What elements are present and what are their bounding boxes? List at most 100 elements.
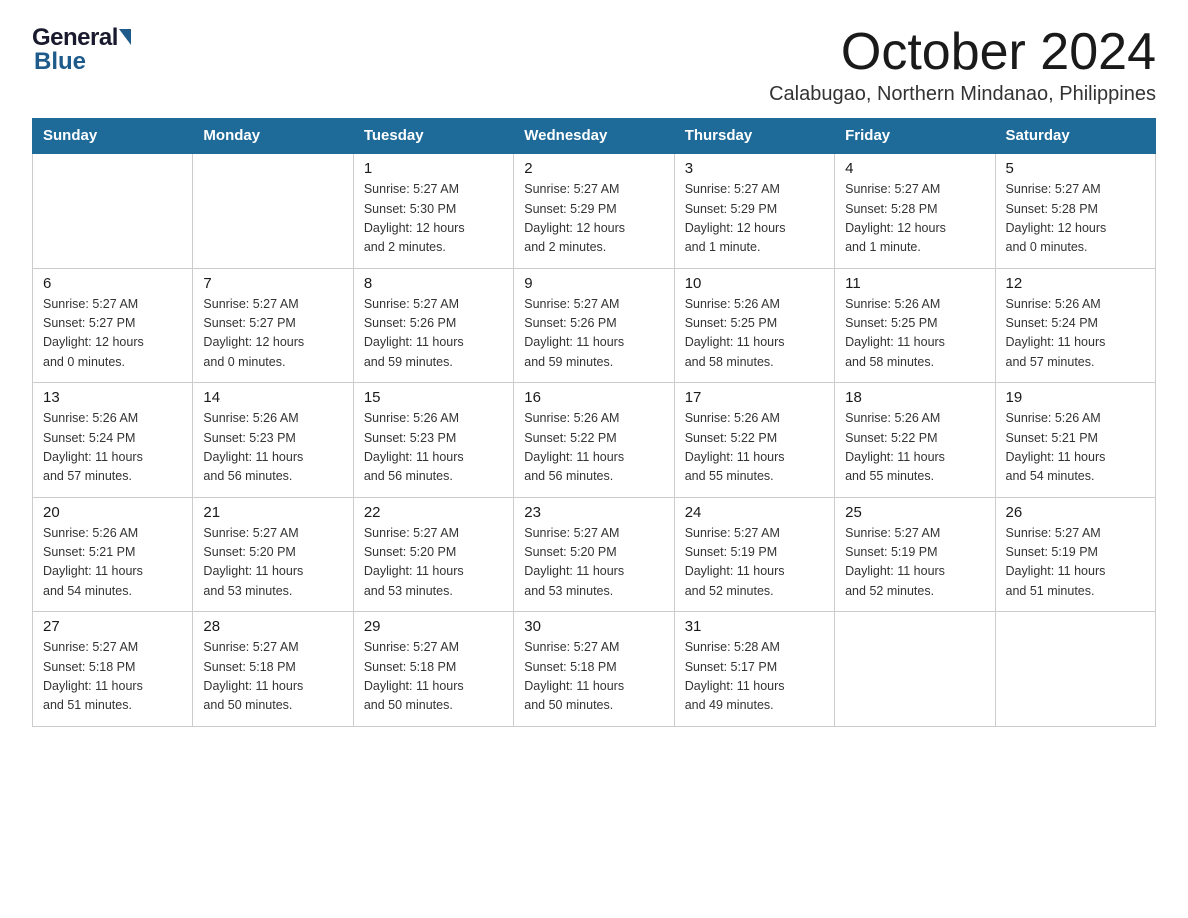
calendar-cell: 25Sunrise: 5:27 AMSunset: 5:19 PMDayligh… [835,497,995,612]
calendar-weekday-friday: Friday [835,119,995,154]
day-info: Sunrise: 5:27 AMSunset: 5:20 PMDaylight:… [203,524,342,602]
calendar-cell: 23 Sunrise: 5:27 AMSunset: 5:20 PMDayligh… [514,497,674,612]
day-number: 18 [845,389,984,406]
calendar-cell: 28Sunrise: 5:27 AMSunset: 5:18 PMDayligh… [193,612,353,727]
day-number: 17 [685,389,824,406]
day-number: 16 [524,389,663,406]
day-info: Sunrise: 5:27 AMSunset: 5:18 PMDaylight:… [364,638,503,716]
calendar-cell: 29 Sunrise: 5:27 AMSunset: 5:18 PMDayligh… [353,612,513,727]
day-number: 10 [685,275,824,292]
calendar-cell: 26 Sunrise: 5:27 AMSunset: 5:19 PMDayligh… [995,497,1155,612]
calendar-cell: 24 Sunrise: 5:27 AMSunset: 5:19 PMDayligh… [674,497,834,612]
calendar-cell: 7 Sunrise: 5:27 AMSunset: 5:27 PMDaylight… [193,268,353,383]
calendar-cell: 31 Sunrise: 5:28 AMSunset: 5:17 PMDayligh… [674,612,834,727]
calendar-cell: 5Sunrise: 5:27 AMSunset: 5:28 PMDaylight… [995,153,1155,268]
day-info: Sunrise: 5:27 AMSunset: 5:19 PMDaylight:… [1006,524,1145,602]
day-info: Sunrise: 5:26 AMSunset: 5:24 PMDaylight:… [1006,295,1145,373]
day-info: Sunrise: 5:27 AMSunset: 5:27 PMDaylight:… [43,295,182,373]
day-number: 4 [845,160,984,177]
calendar-cell: 10 Sunrise: 5:26 AMSunset: 5:25 PMDayligh… [674,268,834,383]
day-info: Sunrise: 5:26 AMSunset: 5:25 PMDaylight:… [685,295,824,373]
calendar-cell: 19Sunrise: 5:26 AMSunset: 5:21 PMDayligh… [995,383,1155,498]
calendar-cell: 16 Sunrise: 5:26 AMSunset: 5:22 PMDayligh… [514,383,674,498]
calendar-header: SundayMondayTuesdayWednesdayThursdayFrid… [33,119,1156,154]
logo-blue-text: Blue [34,48,86,76]
day-number: 21 [203,504,342,521]
page-header: General Blue October 2024 Calabugao, Nor… [32,24,1156,106]
calendar-week-2: 6 Sunrise: 5:27 AMSunset: 5:27 PMDaylight… [33,268,1156,383]
calendar-weekday-saturday: Saturday [995,119,1155,154]
day-number: 19 [1006,389,1145,406]
day-info: Sunrise: 5:26 AMSunset: 5:22 PMDaylight:… [685,409,824,487]
day-number: 13 [43,389,182,406]
day-info: Sunrise: 5:27 AMSunset: 5:26 PMDaylight:… [364,295,503,373]
calendar-week-5: 27Sunrise: 5:27 AMSunset: 5:18 PMDayligh… [33,612,1156,727]
day-number: 24 [685,504,824,521]
calendar-cell: 6 Sunrise: 5:27 AMSunset: 5:27 PMDaylight… [33,268,193,383]
calendar-body: 1Sunrise: 5:27 AMSunset: 5:30 PMDaylight… [33,153,1156,726]
day-info: Sunrise: 5:26 AMSunset: 5:23 PMDaylight:… [203,409,342,487]
calendar-cell: 4 Sunrise: 5:27 AMSunset: 5:28 PMDaylight… [835,153,995,268]
day-number: 14 [203,389,342,406]
calendar-cell: 3 Sunrise: 5:27 AMSunset: 5:29 PMDaylight… [674,153,834,268]
calendar-cell: 2Sunrise: 5:27 AMSunset: 5:29 PMDaylight… [514,153,674,268]
calendar-cell: 1Sunrise: 5:27 AMSunset: 5:30 PMDaylight… [353,153,513,268]
calendar-cell: 18 Sunrise: 5:26 AMSunset: 5:22 PMDayligh… [835,383,995,498]
day-info: Sunrise: 5:27 AMSunset: 5:28 PMDaylight:… [1006,180,1145,258]
calendar-cell: 11Sunrise: 5:26 AMSunset: 5:25 PMDayligh… [835,268,995,383]
month-title: October 2024 [769,24,1156,81]
day-number: 9 [524,275,663,292]
day-info: Sunrise: 5:28 AMSunset: 5:17 PMDaylight:… [685,638,824,716]
day-number: 31 [685,618,824,635]
day-info: Sunrise: 5:27 AMSunset: 5:19 PMDaylight:… [685,524,824,602]
day-number: 8 [364,275,503,292]
day-number: 6 [43,275,182,292]
calendar-weekday-tuesday: Tuesday [353,119,513,154]
day-info: Sunrise: 5:27 AMSunset: 5:29 PMDaylight:… [685,180,824,258]
calendar-cell [193,153,353,268]
calendar-cell: 22Sunrise: 5:27 AMSunset: 5:20 PMDayligh… [353,497,513,612]
day-info: Sunrise: 5:27 AMSunset: 5:18 PMDaylight:… [524,638,663,716]
title-block: October 2024 Calabugao, Northern Mindana… [769,24,1156,106]
day-info: Sunrise: 5:27 AMSunset: 5:20 PMDaylight:… [524,524,663,602]
day-info: Sunrise: 5:27 AMSunset: 5:18 PMDaylight:… [43,638,182,716]
calendar-cell: 15 Sunrise: 5:26 AMSunset: 5:23 PMDayligh… [353,383,513,498]
day-number: 7 [203,275,342,292]
day-info: Sunrise: 5:26 AMSunset: 5:22 PMDaylight:… [524,409,663,487]
day-info: Sunrise: 5:26 AMSunset: 5:24 PMDaylight:… [43,409,182,487]
calendar-cell: 12 Sunrise: 5:26 AMSunset: 5:24 PMDayligh… [995,268,1155,383]
day-info: Sunrise: 5:27 AMSunset: 5:29 PMDaylight:… [524,180,663,258]
day-number: 15 [364,389,503,406]
day-info: Sunrise: 5:26 AMSunset: 5:23 PMDaylight:… [364,409,503,487]
calendar-weekday-monday: Monday [193,119,353,154]
day-number: 30 [524,618,663,635]
day-number: 26 [1006,504,1145,521]
calendar-cell: 9Sunrise: 5:27 AMSunset: 5:26 PMDaylight… [514,268,674,383]
calendar-cell [835,612,995,727]
calendar-header-row: SundayMondayTuesdayWednesdayThursdayFrid… [33,119,1156,154]
day-number: 25 [845,504,984,521]
logo-triangle-icon [119,29,131,45]
calendar-cell: 13 Sunrise: 5:26 AMSunset: 5:24 PMDayligh… [33,383,193,498]
day-number: 20 [43,504,182,521]
calendar-cell: 21 Sunrise: 5:27 AMSunset: 5:20 PMDayligh… [193,497,353,612]
day-info: Sunrise: 5:26 AMSunset: 5:21 PMDaylight:… [43,524,182,602]
calendar-cell: 27Sunrise: 5:27 AMSunset: 5:18 PMDayligh… [33,612,193,727]
calendar-weekday-sunday: Sunday [33,119,193,154]
calendar-week-4: 20 Sunrise: 5:26 AMSunset: 5:21 PMDayligh… [33,497,1156,612]
calendar-week-3: 13 Sunrise: 5:26 AMSunset: 5:24 PMDayligh… [33,383,1156,498]
calendar-table: SundayMondayTuesdayWednesdayThursdayFrid… [32,118,1156,727]
calendar-cell [995,612,1155,727]
day-info: Sunrise: 5:26 AMSunset: 5:25 PMDaylight:… [845,295,984,373]
day-number: 12 [1006,275,1145,292]
day-info: Sunrise: 5:26 AMSunset: 5:22 PMDaylight:… [845,409,984,487]
calendar-weekday-thursday: Thursday [674,119,834,154]
day-number: 23 [524,504,663,521]
day-number: 3 [685,160,824,177]
calendar-cell [33,153,193,268]
day-info: Sunrise: 5:27 AMSunset: 5:28 PMDaylight:… [845,180,984,258]
day-number: 29 [364,618,503,635]
calendar-cell: 8 Sunrise: 5:27 AMSunset: 5:26 PMDaylight… [353,268,513,383]
logo: General Blue [32,24,132,76]
day-info: Sunrise: 5:27 AMSunset: 5:27 PMDaylight:… [203,295,342,373]
